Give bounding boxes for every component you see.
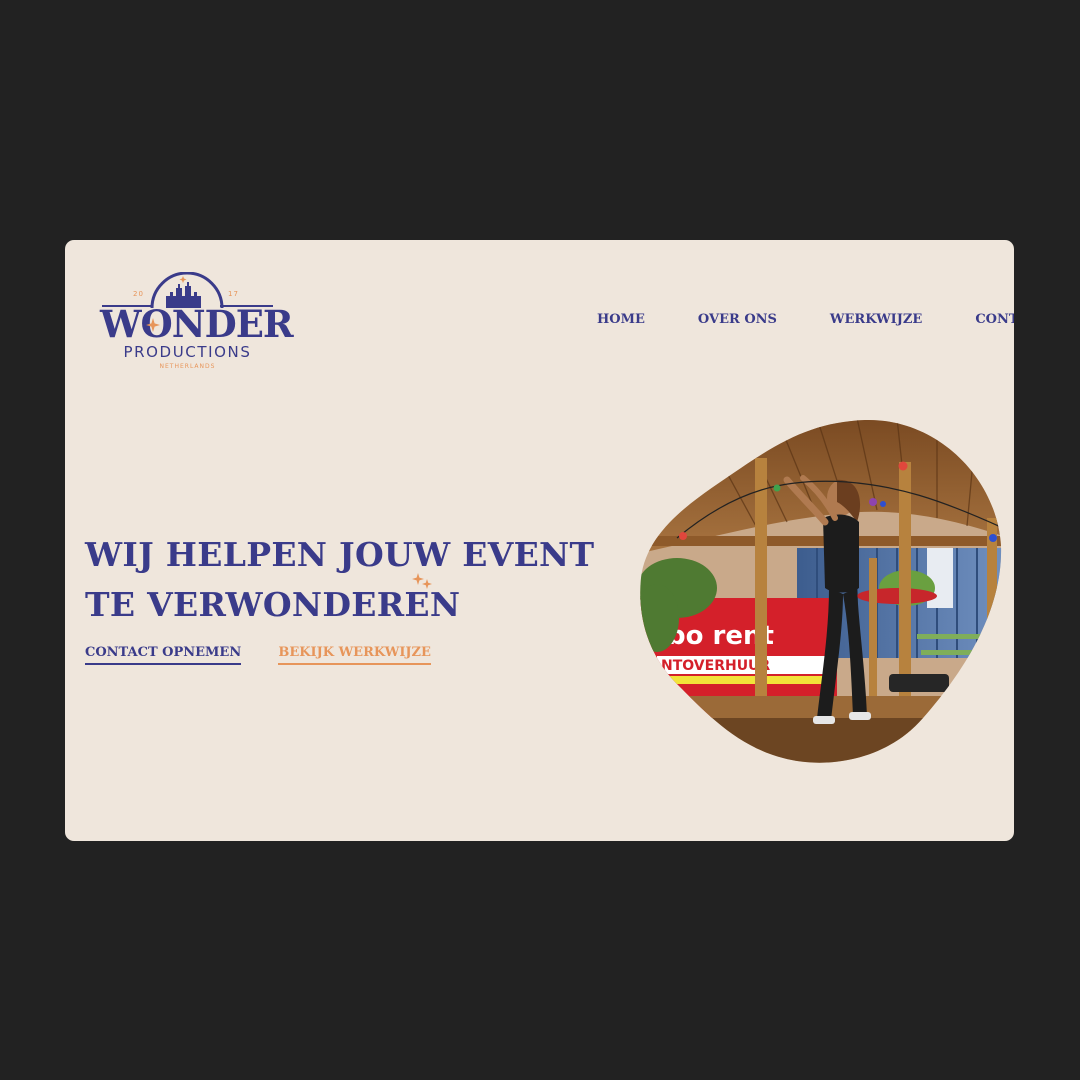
van-sign-subtext: NTOVERHUUR xyxy=(661,658,770,674)
hero-cta-row: CONTACT OPNEMEN BEKIJK WERKWIJZE xyxy=(85,641,431,665)
main-nav: HOME OVER ONS WERKWIJZE CONTACT xyxy=(597,312,1014,327)
bekijk-werkwijze-link[interactable]: BEKIJK WERKWIJZE xyxy=(278,645,431,665)
hero-headline: WIJ HELPEN JOUW EVENT TE VERWONDEREN xyxy=(85,530,594,630)
logo-country: NETHERLANDS xyxy=(159,363,216,370)
hero-photo-blob: bo rent NTOVERHUUR xyxy=(640,419,1002,763)
sparkle-icon xyxy=(412,573,432,589)
logo-year-right: 17 xyxy=(228,290,239,298)
nav-over-ons[interactable]: OVER ONS xyxy=(698,312,777,327)
logo-year-left: 20 xyxy=(133,290,144,298)
website-card: 20 17 WONDER PRODUCTIONS NETHERLANDS HOM… xyxy=(65,240,1014,841)
hero-headline-line2: TE VERWONDEREN xyxy=(85,585,461,624)
nav-werkwijze[interactable]: WERKWIJZE xyxy=(830,312,922,327)
logo-subtitle: PRODUCTIONS xyxy=(123,343,252,361)
wonder-productions-logo[interactable]: 20 17 WONDER PRODUCTIONS NETHERLANDS xyxy=(100,272,294,374)
hero-headline-line1: WIJ HELPEN JOUW EVENT xyxy=(85,535,595,574)
nav-home[interactable]: HOME xyxy=(597,312,645,327)
contact-opnemen-link[interactable]: CONTACT OPNEMEN xyxy=(85,645,242,665)
nav-contact[interactable]: CONTACT xyxy=(975,312,1014,327)
logo-star-icon xyxy=(146,318,160,332)
logo-wordmark: WONDER xyxy=(100,302,294,346)
